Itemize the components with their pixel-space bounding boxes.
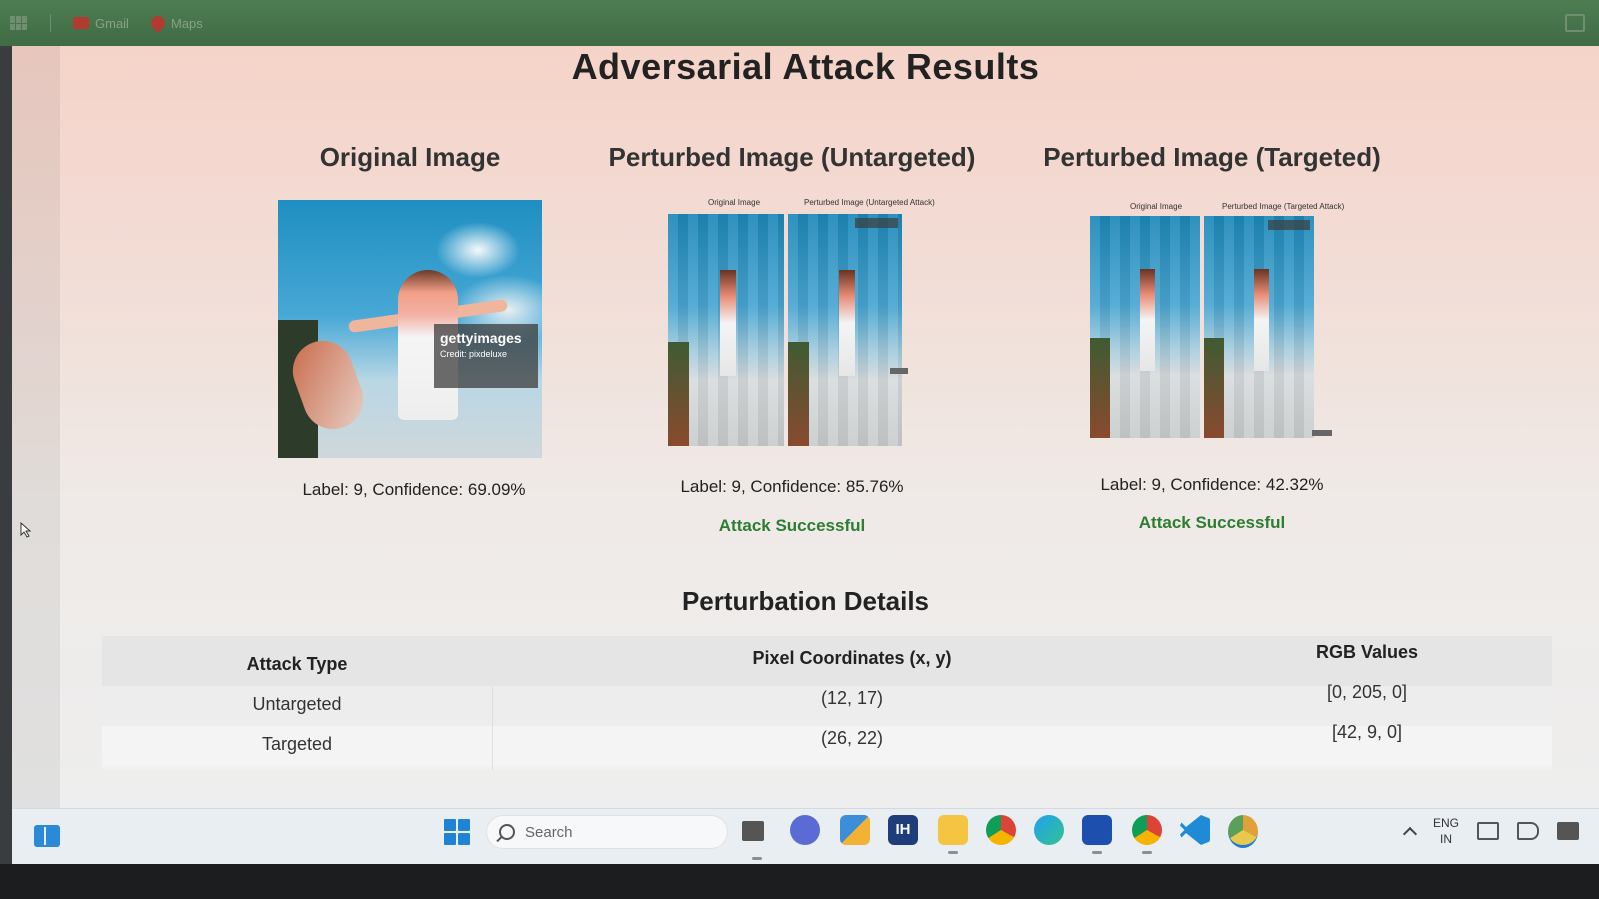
untargeted-image-heading: Perturbed Image (Untargeted) — [608, 142, 976, 172]
pixel-person — [1253, 269, 1269, 372]
targeted-original-image — [1090, 216, 1200, 438]
start-icon[interactable] — [444, 819, 470, 845]
pixel-mark — [1268, 220, 1310, 230]
pixel-person — [839, 269, 856, 377]
header-pixel-coordinates: Pixel Coordinates (x, y) — [752, 648, 952, 668]
bookmark-maps-label: Maps — [170, 15, 203, 31]
pixel-tree — [1204, 338, 1224, 438]
bookmarks-bar: Gmail Maps — [0, 0, 1599, 46]
pixel-tree — [668, 341, 689, 446]
lang-bottom: IN — [1439, 832, 1452, 846]
web-page: Adversarial Attack Results Original Imag… — [12, 46, 1599, 808]
system-tray: ENG IN — [1402, 815, 1579, 847]
chrome-canary-icon[interactable] — [1228, 815, 1258, 848]
targeted-caption-left: Original Image — [1130, 202, 1183, 211]
column-targeted: Perturbed Image (Targeted) — [1022, 142, 1402, 173]
watermark-credit: Credit: pixdeluxe — [440, 349, 508, 359]
search-icon — [499, 824, 515, 840]
page-shadow — [12, 46, 60, 808]
cell-attack-type: Untargeted — [252, 694, 342, 714]
original-image-heading: Original Image — [319, 142, 501, 172]
folder-icon[interactable] — [938, 815, 968, 854]
targeted-label: Label: 9, Confidence: 42.32% — [1100, 475, 1324, 494]
header-rgb-values: RGB Values — [1315, 642, 1419, 662]
edge-icon[interactable] — [1034, 815, 1064, 845]
reading-list-icon[interactable] — [1565, 14, 1585, 32]
cell-rgb-values: [42, 9, 0] — [1331, 722, 1403, 742]
cell-pixel-coordinates: (26, 22) — [820, 728, 884, 748]
teams-icon[interactable] — [790, 815, 820, 845]
pixel-mark — [854, 218, 898, 228]
perturbation-table: Attack Type Pixel Coordinates (x, y) RGB… — [102, 636, 1552, 770]
ih-label: IH — [895, 821, 911, 838]
desktop-edge — [0, 46, 12, 866]
header-attack-type: Attack Type — [246, 654, 348, 674]
taskbar-search[interactable]: Search — [486, 815, 728, 849]
untargeted-caption-right: Perturbed Image (Untargeted Attack) — [804, 198, 935, 207]
untargeted-perturbed-image — [788, 214, 902, 446]
cell-attack-type: Targeted — [261, 734, 333, 754]
targeted-status: Attack Successful — [1138, 513, 1286, 532]
untargeted-caption-left: Original Image — [708, 198, 761, 207]
pixel-person — [720, 269, 737, 377]
table-divider — [492, 686, 493, 770]
untargeted-label: Label: 9, Confidence: 85.76% — [680, 477, 904, 496]
file-explorer-icon[interactable] — [742, 821, 764, 860]
details-title: Perturbation Details — [681, 586, 930, 616]
targeted-caption-right: Perturbed Image (Targeted Attack) — [1222, 202, 1345, 211]
watermark-text: gettyimages — [440, 330, 522, 346]
volume-icon[interactable] — [1517, 822, 1539, 840]
chrome-profile-icon[interactable] — [1132, 815, 1162, 854]
bookmark-gmail-label: Gmail — [95, 15, 129, 31]
targeted-perturbed-image — [1204, 216, 1314, 438]
ih-icon[interactable]: IH — [888, 815, 918, 845]
battery-icon[interactable] — [1557, 822, 1579, 840]
untargeted-image-pair: Original Image Perturbed Image (Untarget… — [668, 198, 935, 448]
cell-rgb-values: [0, 205, 0] — [1326, 682, 1408, 702]
targeted-image-heading: Perturbed Image (Targeted) — [1043, 142, 1381, 172]
widgets-icon[interactable] — [34, 825, 60, 847]
bookmarks-separator — [50, 14, 51, 32]
untargeted-status: Attack Successful — [718, 516, 866, 535]
watermark: gettyimages Credit: pixdeluxe — [434, 324, 538, 388]
search-placeholder: Search — [525, 823, 573, 841]
bookmark-maps[interactable]: Maps — [148, 13, 203, 33]
vscode-icon[interactable] — [1180, 815, 1210, 845]
targeted-image-pair: Original Image Perturbed Image (Targeted… — [1090, 202, 1344, 442]
cell-pixel-coordinates: (12, 17) — [820, 688, 884, 708]
apps-grid-icon[interactable] — [10, 16, 28, 30]
webex-icon[interactable] — [1082, 815, 1112, 854]
taskbar: Search IH ENG IN — [12, 808, 1599, 865]
chrome-icon[interactable] — [986, 815, 1016, 845]
targeted-scale-bar — [1312, 430, 1332, 436]
untargeted-original-image — [668, 214, 784, 446]
pixel-tree — [788, 341, 809, 446]
lang-top: ENG — [1432, 816, 1459, 830]
column-original: Original Image — [278, 142, 542, 173]
untargeted-scale-bar — [890, 368, 908, 374]
gmail-icon — [73, 17, 89, 29]
pixel-tree — [1090, 338, 1110, 438]
store-icon[interactable] — [840, 815, 870, 845]
tray-overflow-icon[interactable] — [1402, 826, 1418, 842]
original-label: Label: 9, Confidence: 69.09% — [302, 480, 526, 499]
page-title: Adversarial Attack Results — [571, 46, 1040, 87]
mouse-cursor-icon — [20, 522, 32, 538]
column-untargeted: Perturbed Image (Untargeted) — [592, 142, 992, 173]
pixel-person — [1139, 269, 1155, 372]
original-image: gettyimages Credit: pixdeluxe — [278, 200, 542, 458]
maps-icon — [148, 13, 168, 33]
bookmark-gmail[interactable]: Gmail — [73, 16, 129, 31]
screen-bezel — [0, 864, 1599, 899]
network-icon[interactable] — [1477, 822, 1499, 840]
language-indicator[interactable]: ENG IN — [1433, 815, 1459, 847]
